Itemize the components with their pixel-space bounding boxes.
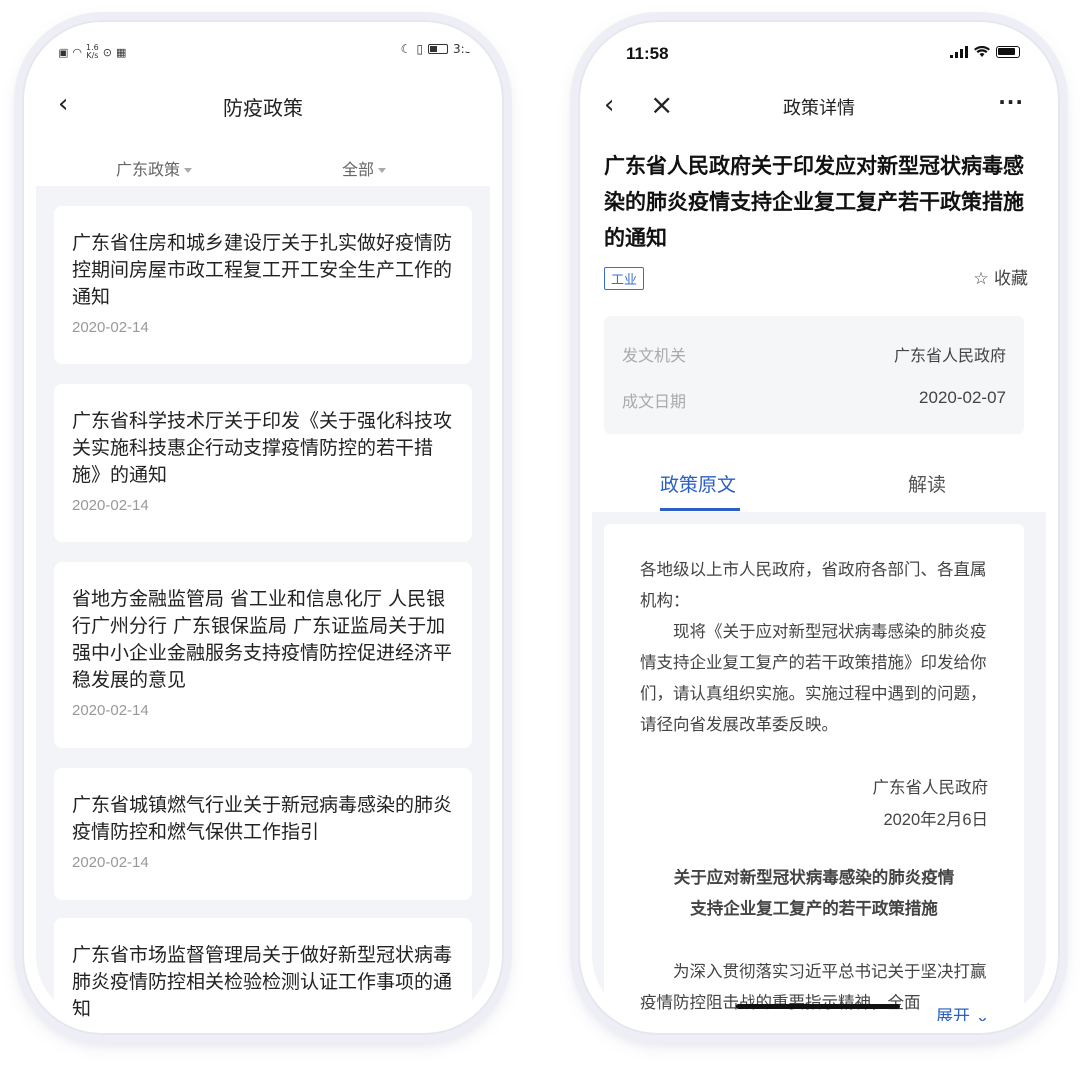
policy-list: 广东省住房和城乡建设厅关于扎实做好疫情防控期间房屋市政工程复工开工安全生产工作的…	[36, 186, 490, 1021]
filter-region[interactable]: 广东政策	[116, 156, 193, 180]
status-time: 11:58	[626, 44, 669, 63]
battery-icon	[996, 46, 1020, 58]
nav-bar: ‹ 防疫政策	[36, 82, 490, 126]
page-title: 政策详情	[783, 98, 855, 119]
item-title: 广东省住房和城乡建设厅关于扎实做好疫情防控期间房屋市政工程复工开工安全生产工作的…	[72, 232, 453, 308]
caret-down-icon	[184, 168, 193, 173]
category-tag: 工业	[604, 267, 645, 290]
nav-bar: ‹ × 政策详情 ···	[592, 86, 1046, 126]
body-paragraph: 现将《关于应对新型冠状病毒感染的肺炎疫情支持企业复工复产的若干政策措施》印发给你…	[640, 622, 987, 734]
signature-date: 2020年2月6日	[883, 811, 988, 829]
body-heading-line1: 关于应对新型冠状病毒感染的肺炎疫情	[673, 868, 955, 887]
wifi-icon: ◠	[72, 45, 83, 59]
body-heading-line2: 支持企业复工复产的若干政策措施	[690, 899, 938, 918]
issuer-value: 广东省人民政府	[893, 346, 1006, 365]
location-icon: ⊙	[102, 45, 112, 59]
tab-bar: 政策原文 解读	[592, 464, 1046, 512]
policy-meta: 发文机关 广东省人民政府 成文日期 2020-02-07	[604, 316, 1024, 434]
right-screen: 11:58 ‹ × 政策详情 ··· 广东省人民政府关于印发应对新型冠状病毒感染…	[592, 34, 1046, 1021]
item-date: 2020-02-14	[72, 702, 149, 719]
active-tab-indicator	[660, 508, 740, 511]
date-value: 2020-02-07	[919, 388, 1006, 407]
filter-category-label: 全部	[342, 160, 375, 179]
right-phone-frame: 11:58 ‹ × 政策详情 ··· 广东省人民政府关于印发应对新型冠状病毒感染…	[578, 20, 1060, 1035]
caret-down-icon	[378, 168, 387, 173]
tab-original-text[interactable]: 政策原文	[660, 470, 736, 497]
body-salutation: 各地级以上市人民政府，省政府各部门、各直属机构：	[640, 560, 987, 610]
sim-icon: ▣	[58, 45, 69, 59]
expand-button[interactable]: 展开 ⌄	[936, 1002, 990, 1021]
date-label: 成文日期	[622, 392, 687, 411]
battery-icon	[428, 44, 449, 54]
network-speed: 1.6 K/s	[86, 43, 99, 60]
page-title: 防疫政策	[223, 96, 303, 120]
status-bar: ▣ ◠ 1.6 K/s ⊙ ▦ ☾ ▯ 3:57	[36, 34, 490, 68]
item-title: 广东省市场监督管理局关于做好新型冠状病毒肺炎疫情防控相关检验检测认证工作事项的通…	[72, 944, 453, 1020]
issuer-label: 发文机关	[622, 346, 687, 365]
wifi-icon	[974, 46, 990, 57]
list-item[interactable]: 广东省市场监督管理局关于做好新型冠状病毒肺炎疫情防控相关检验检测认证工作事项的通…	[54, 918, 472, 1021]
item-date: 2020-02-14	[72, 319, 149, 336]
list-item[interactable]: 广东省城镇燃气行业关于新冠病毒感染的肺炎疫情防控和燃气保供工作指引 2020-0…	[54, 768, 472, 900]
item-date: 2020-02-14	[72, 497, 149, 514]
tab-interpretation[interactable]: 解读	[908, 470, 946, 497]
item-title: 广东省城镇燃气行业关于新冠病毒感染的肺炎疫情防控和燃气保供工作指引	[72, 794, 453, 843]
more-icon[interactable]: ···	[998, 90, 1024, 114]
policy-headline: 广东省人民政府关于印发应对新型冠状病毒感染的肺炎疫情支持企业复工复产若干政策措施…	[604, 154, 1024, 250]
home-indicator	[736, 1004, 900, 1009]
signature-org: 广东省人民政府	[872, 778, 989, 797]
item-title: 省地方金融监管局 省工业和信息化厅 人民银行广州分行 广东银保监局 广东证监局关…	[72, 588, 453, 691]
list-item[interactable]: 广东省住房和城乡建设厅关于扎实做好疫情防控期间房屋市政工程复工开工安全生产工作的…	[54, 206, 472, 364]
app-notification-icon: ▦	[115, 45, 127, 59]
item-title: 广东省科学技术厅关于印发《关于强化科技攻关实施科技惠企行动支撑疫情防控的若干措施…	[72, 410, 453, 486]
status-time: 3:57	[453, 42, 480, 56]
list-item[interactable]: 广东省科学技术厅关于印发《关于强化科技攻关实施科技惠企行动支撑疫情防控的若干措施…	[54, 384, 472, 542]
item-date: 2020-02-14	[72, 854, 149, 871]
filter-bar: 广东政策 全部	[36, 146, 490, 186]
left-phone-frame: ▣ ◠ 1.6 K/s ⊙ ▦ ☾ ▯ 3:57 ‹ 防疫政策 广东政策 全部 …	[22, 20, 504, 1035]
filter-region-label: 广东政策	[116, 160, 181, 179]
vibrate-icon: ▯	[416, 42, 424, 56]
left-screen: ▣ ◠ 1.6 K/s ⊙ ▦ ☾ ▯ 3:57 ‹ 防疫政策 广东政策 全部 …	[36, 34, 490, 1021]
policy-body: 各地级以上市人民政府，省政府各部门、各直属机构： 现将《关于应对新型冠状病毒感染…	[604, 524, 1024, 1021]
filter-category[interactable]: 全部	[342, 156, 387, 180]
favorite-button[interactable]: ☆ 收藏	[973, 264, 1028, 289]
cellular-signal-icon	[950, 46, 968, 58]
moon-icon: ☾	[400, 42, 412, 56]
status-bar: 11:58	[592, 34, 1046, 74]
list-item[interactable]: 省地方金融监管局 省工业和信息化厅 人民银行广州分行 广东银保监局 广东证监局关…	[54, 562, 472, 748]
